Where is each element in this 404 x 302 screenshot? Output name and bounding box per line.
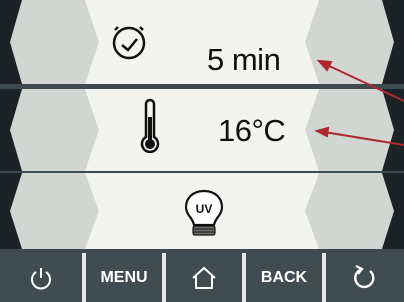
timer-row: 5 min (0, 0, 404, 84)
timer-value: 5 min (207, 42, 281, 77)
bottom-toolbar: MENU BACK (0, 253, 404, 302)
home-button[interactable] (166, 253, 242, 302)
menu-button-label: MENU (100, 268, 148, 286)
power-button[interactable] (0, 253, 82, 302)
timer-decrease-button[interactable] (0, 0, 100, 84)
uv-lamp-label: UV (196, 202, 213, 216)
menu-button[interactable]: MENU (86, 253, 162, 302)
uv-row: UV (0, 173, 404, 249)
refresh-icon (354, 264, 375, 288)
thermometer-icon (140, 98, 160, 154)
uv-on-button[interactable] (304, 173, 404, 249)
temperature-increase-button[interactable] (304, 89, 404, 171)
refresh-button[interactable] (326, 253, 404, 302)
uv-lamp-icon: UV (184, 189, 224, 236)
uv-off-button[interactable] (0, 173, 100, 249)
temperature-value: 16°C (218, 113, 286, 148)
back-button[interactable]: BACK (246, 253, 322, 302)
clock-icon (112, 26, 146, 60)
power-icon (31, 267, 51, 289)
back-button-label: BACK (260, 268, 308, 286)
home-icon (192, 266, 216, 289)
temperature-row: 16°C (0, 89, 404, 171)
temperature-decrease-button[interactable] (0, 89, 100, 171)
timer-increase-button[interactable] (304, 0, 404, 84)
